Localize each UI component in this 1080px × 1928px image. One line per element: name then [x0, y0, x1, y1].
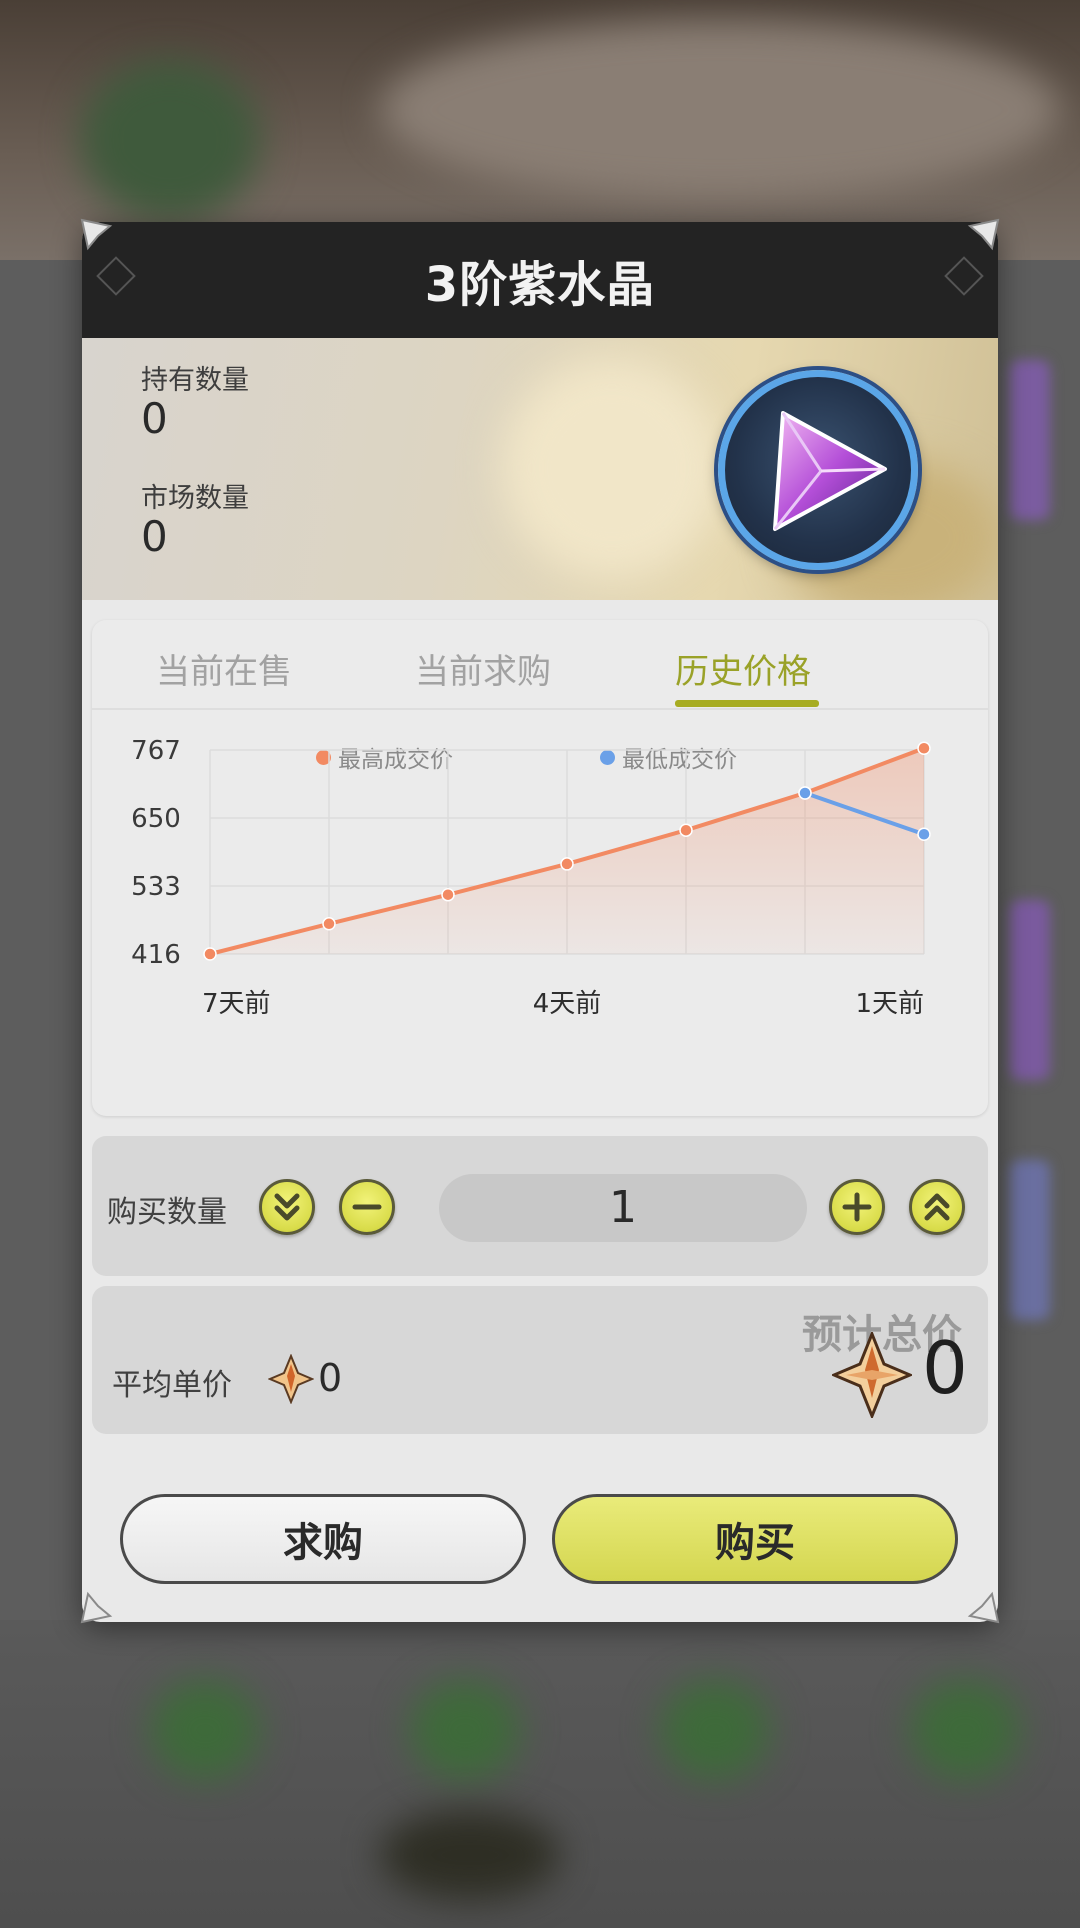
point-highest-price — [917, 741, 931, 756]
buy-label: 购买 — [715, 1520, 795, 1566]
y-tick-label: 650 — [131, 804, 181, 834]
increase-button[interactable] — [829, 1179, 885, 1235]
quantity-input[interactable]: 1 — [439, 1174, 807, 1242]
decrease-max-button[interactable] — [259, 1179, 315, 1235]
total-price-value: 0 — [922, 1326, 968, 1410]
x-tick-label: 7天前 — [202, 989, 271, 1019]
y-tick-label: 416 — [131, 940, 181, 970]
buy-button[interactable]: 购买 — [552, 1494, 958, 1584]
avg-price-value: 0 — [318, 1356, 343, 1400]
decrease-button[interactable] — [339, 1179, 395, 1235]
request-buy-button[interactable]: 求购 — [120, 1494, 526, 1584]
quantity-panel: 购买数量 1 — [92, 1136, 988, 1276]
x-tick-label: 4天前 — [533, 989, 602, 1019]
increase-max-button[interactable] — [909, 1179, 965, 1235]
x-tick-label: 1天前 — [855, 989, 924, 1019]
primogem-icon — [832, 1332, 912, 1418]
avg-price-label: 平均单价 — [112, 1368, 232, 1403]
market-item-dialog: 3阶紫水晶 持有数量 0 市场数量 0 当前在售 当前求购 历史价格 最高成交价… — [82, 222, 998, 1622]
item-info-banner: 持有数量 0 市场数量 0 — [82, 338, 998, 600]
primogem-icon — [268, 1354, 314, 1404]
y-tick-label: 767 — [131, 736, 181, 766]
title-bar: 3阶紫水晶 — [82, 222, 998, 338]
point-highest-price — [322, 917, 336, 931]
corner-ornament-icon — [966, 1590, 1000, 1624]
price-history-card: 当前在售 当前求购 历史价格 最高成交价 最低成交价 767 650 533 416 … — [92, 620, 988, 1116]
market-count-label: 市场数量 — [141, 483, 249, 514]
x-axis-ticks: 7天前 4天前 1天前 — [202, 989, 924, 1019]
minus-icon — [352, 1204, 382, 1210]
point-highest-price — [560, 857, 574, 871]
plus-icon — [842, 1192, 872, 1222]
point-highest-price — [203, 947, 217, 961]
held-count-value: 0 — [141, 394, 168, 443]
request-buy-label: 求购 — [283, 1520, 363, 1566]
quantity-label: 购买数量 — [107, 1195, 227, 1230]
price-history-chart: 767 650 533 416 7天前 4天前 1天前 — [131, 736, 931, 1019]
point-highest-price — [679, 823, 693, 837]
point-lowest-price — [798, 786, 812, 800]
y-axis-ticks: 767 650 533 416 — [131, 736, 181, 970]
purple-crystal-icon — [718, 370, 918, 570]
price-summary-panel: 平均单价 0 预计总价 0 — [92, 1286, 988, 1434]
point-highest-price — [441, 887, 455, 902]
y-tick-label: 533 — [131, 872, 181, 902]
dialog-title: 3阶紫水晶 — [424, 257, 656, 313]
market-count-value: 0 — [141, 512, 168, 561]
held-count-label: 持有数量 — [141, 365, 249, 396]
corner-ornament-icon — [966, 218, 1000, 252]
point-lowest-price — [917, 827, 931, 842]
double-chevron-down-icon — [274, 1193, 300, 1221]
double-chevron-up-icon — [924, 1193, 950, 1221]
corner-ornament-icon — [80, 1590, 114, 1624]
corner-ornament-icon — [80, 218, 114, 252]
